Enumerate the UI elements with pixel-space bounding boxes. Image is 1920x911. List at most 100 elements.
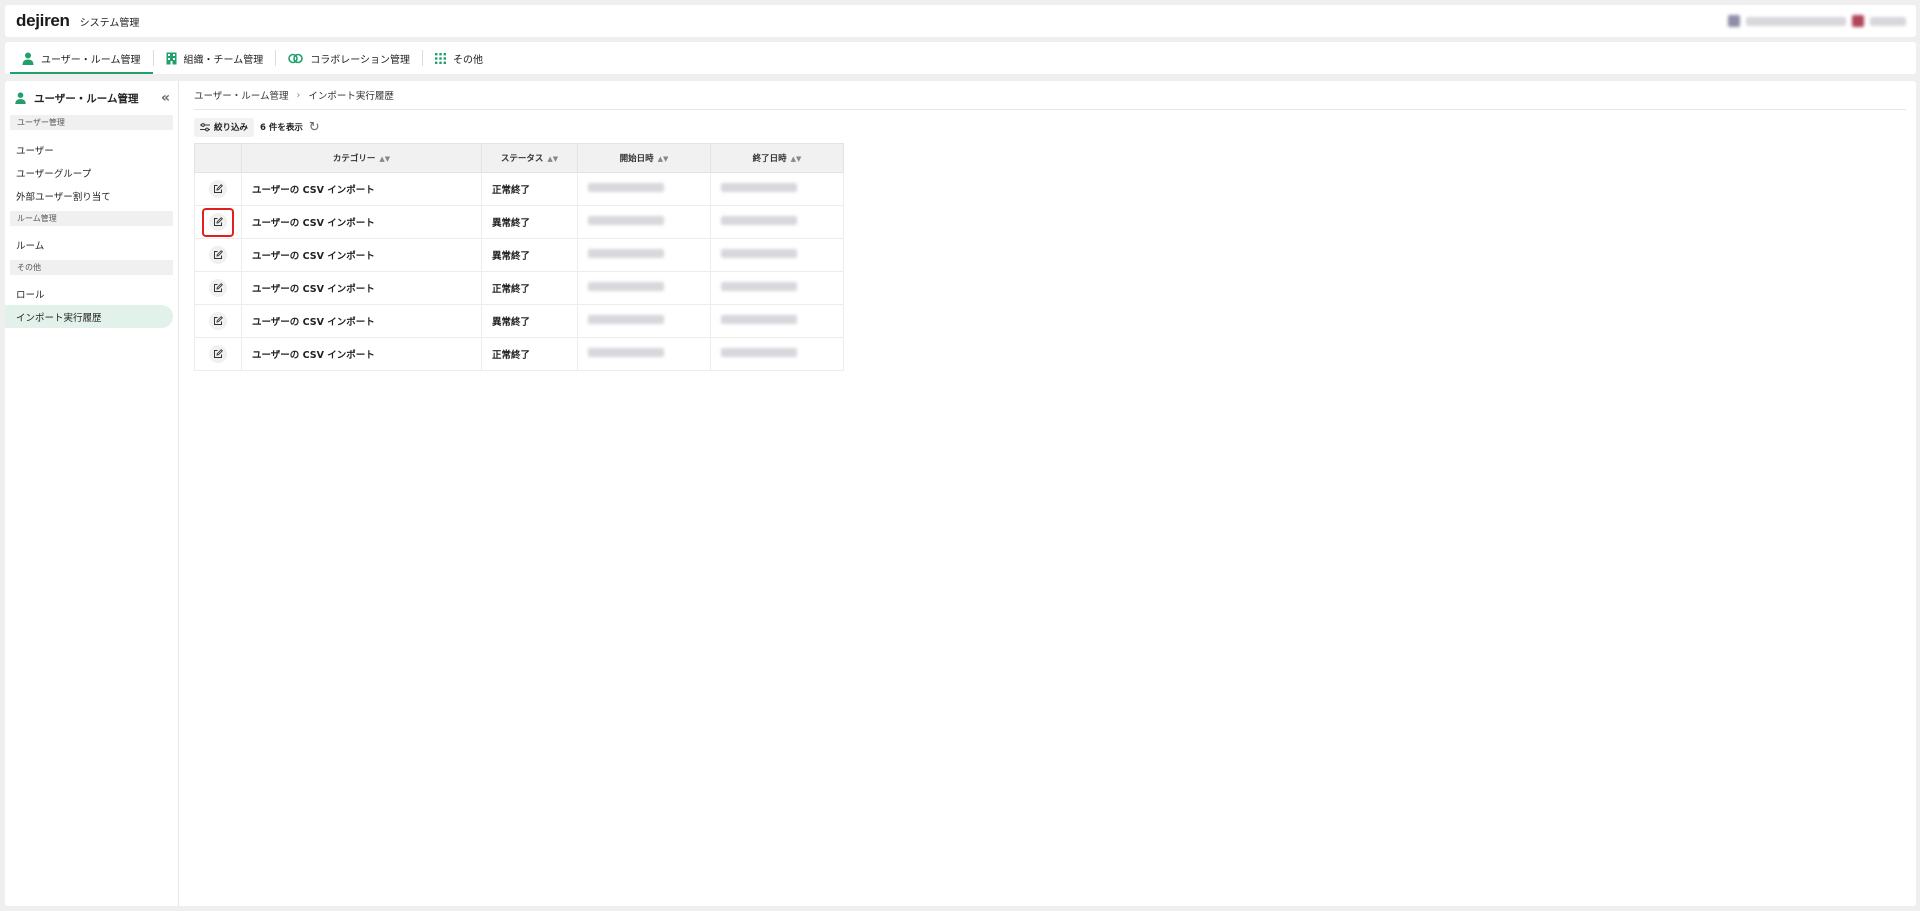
status-cell: 正常終了 (481, 337, 578, 371)
start-time-cell (577, 172, 711, 206)
sidebar-section-other: その他 (10, 260, 173, 275)
edit-icon (214, 283, 223, 292)
end-time-cell (710, 172, 844, 206)
collapse-sidebar-icon[interactable]: « (161, 90, 170, 106)
tab-label: コラボレーション管理 (310, 54, 411, 66)
sidebar-item-users[interactable]: ユーザー (5, 138, 173, 161)
category-cell: ユーザーの CSV インポート (241, 271, 482, 305)
table-header-row: カテゴリー ▲▼ ステータス ▲▼ 開始日時 ▲▼ 終了日時 ▲▼ (194, 143, 844, 173)
user-area[interactable] (1728, 15, 1906, 27)
table-row: ユーザーの CSV インポート 正常終了 (194, 271, 844, 305)
start-time-cell (577, 337, 711, 371)
sort-icon: ▲▼ (547, 155, 559, 163)
sidebar-header: ユーザー・ルーム管理 « (5, 81, 178, 115)
sidebar-title: ユーザー・ルーム管理 (34, 92, 139, 105)
sidebar-item-roles[interactable]: ロール (5, 282, 173, 305)
category-cell: ユーザーの CSV インポート (241, 337, 482, 371)
category-cell: ユーザーの CSV インポート (241, 205, 482, 239)
start-time-cell (577, 238, 711, 272)
end-time-redacted (721, 315, 797, 324)
organization-avatar (1728, 15, 1740, 27)
chevron-right-icon: › (296, 89, 301, 101)
import-history-table: カテゴリー ▲▼ ステータス ▲▼ 開始日時 ▲▼ 終了日時 ▲▼ ユーザーの CSV … (194, 143, 844, 371)
end-time-redacted (721, 282, 797, 291)
toolbar: 絞り込み 6 件を表示 ↻ (194, 117, 1906, 137)
sidebar-item-user-groups[interactable]: ユーザーグループ (5, 161, 173, 184)
end-time-cell (710, 238, 844, 272)
action-cell (194, 271, 242, 305)
column-header-action (194, 143, 242, 173)
column-header-end-time[interactable]: 終了日時 ▲▼ (710, 143, 844, 173)
sidebar-item-external-user-assignment[interactable]: 外部ユーザー割り当て (5, 184, 173, 207)
edit-icon (214, 184, 223, 193)
edit-icon (214, 316, 223, 325)
end-time-redacted (721, 183, 797, 192)
start-time-cell (577, 304, 711, 338)
edit-button[interactable] (202, 207, 234, 237)
action-cell (194, 172, 242, 206)
category-cell: ユーザーの CSV インポート (241, 172, 482, 206)
refresh-icon[interactable]: ↻ (309, 120, 320, 135)
filter-button[interactable]: 絞り込み (194, 117, 255, 137)
person-icon (15, 92, 26, 104)
table-row: ユーザーの CSV インポート 異常終了 (194, 304, 844, 338)
filter-label: 絞り込み (214, 123, 249, 133)
end-time-cell (710, 337, 844, 371)
tab-user-room-management[interactable]: ユーザー・ルーム管理 (10, 42, 153, 74)
user-name-redacted (1870, 16, 1906, 26)
tab-label: ユーザー・ルーム管理 (41, 54, 141, 66)
action-cell (194, 238, 242, 272)
edit-button[interactable] (209, 180, 227, 198)
column-header-start-time[interactable]: 開始日時 ▲▼ (577, 143, 711, 173)
edit-icon (214, 250, 223, 259)
end-time-cell (710, 271, 844, 305)
user-avatar (1852, 15, 1864, 27)
sidebar-item-import-history[interactable]: インポート実行履歴 (5, 305, 173, 328)
sort-icon: ▲▼ (790, 155, 802, 163)
end-time-redacted (721, 249, 797, 258)
tab-other[interactable]: その他 (423, 42, 495, 74)
content-area: ユーザー・ルーム管理 › インポート実行履歴 絞り込み 6 件を表示 ↻ カテゴ… (194, 81, 1906, 371)
table-row: ユーザーの CSV インポート 異常終了 (194, 205, 844, 239)
start-time-redacted (588, 216, 664, 225)
action-cell (194, 304, 242, 338)
start-time-redacted (588, 183, 664, 192)
column-header-category[interactable]: カテゴリー ▲▼ (241, 143, 482, 173)
edit-button[interactable] (209, 345, 227, 363)
breadcrumb-parent[interactable]: ユーザー・ルーム管理 (194, 88, 289, 102)
link-icon (288, 53, 304, 63)
page-title: システム管理 (79, 17, 140, 29)
tab-collaboration-management[interactable]: コラボレーション管理 (276, 42, 422, 74)
organization-name-redacted (1746, 16, 1846, 26)
breadcrumb-current: インポート実行履歴 (308, 91, 394, 102)
end-time-cell (710, 304, 844, 338)
top-tab-bar: ユーザー・ルーム管理 組織・チーム管理 コラボレーション管理 その他 (5, 42, 1916, 74)
edit-button[interactable] (209, 279, 227, 297)
breadcrumb: ユーザー・ルーム管理 › インポート実行履歴 (194, 81, 1906, 110)
status-cell: 正常終了 (481, 271, 578, 305)
logo[interactable]: dejiren (16, 11, 70, 31)
tab-label: その他 (453, 54, 484, 66)
action-cell (194, 337, 242, 371)
category-cell: ユーザーの CSV インポート (241, 304, 482, 338)
start-time-redacted (588, 348, 664, 357)
start-time-redacted (588, 315, 664, 324)
status-cell: 異常終了 (481, 205, 578, 239)
column-header-status[interactable]: ステータス ▲▼ (481, 143, 578, 173)
edit-button[interactable] (209, 312, 227, 330)
tab-organization-team-management[interactable]: 組織・チーム管理 (154, 42, 276, 74)
end-time-redacted (721, 216, 797, 225)
sidebar-section-room-management: ルーム管理 (10, 211, 173, 226)
edit-button[interactable] (209, 246, 227, 264)
sidebar-section-user-management: ユーザー管理 (10, 115, 173, 130)
status-cell: 異常終了 (481, 304, 578, 338)
sort-icon: ▲▼ (379, 155, 391, 163)
action-cell (194, 205, 242, 239)
status-cell: 異常終了 (481, 238, 578, 272)
filter-icon (200, 122, 210, 131)
app-header: dejiren システム管理 (5, 5, 1916, 37)
category-cell: ユーザーの CSV インポート (241, 238, 482, 272)
edit-icon (214, 349, 223, 358)
sidebar-item-rooms[interactable]: ルーム (5, 233, 173, 256)
end-time-redacted (721, 348, 797, 357)
